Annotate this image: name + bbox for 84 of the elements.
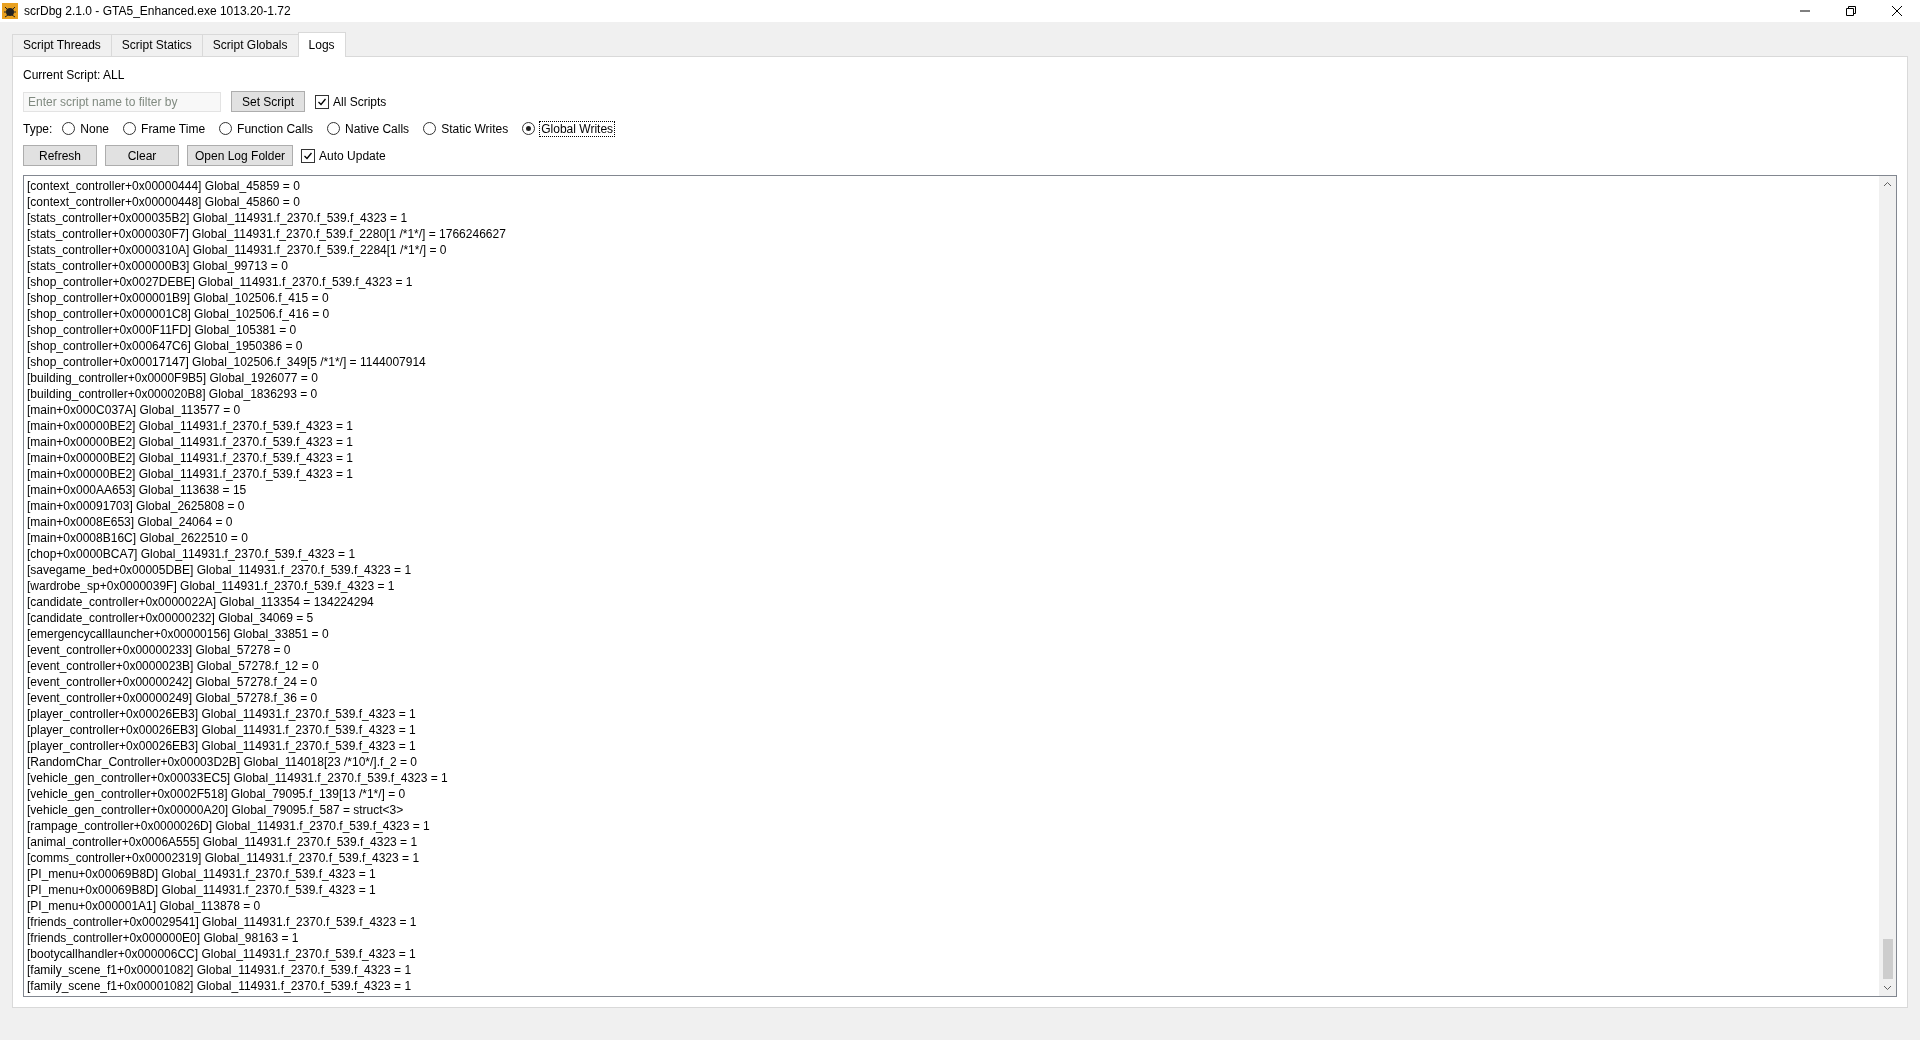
log-line: [main+0x000C037A] Global_113577 = 0 [27,402,242,418]
log-line: [candidate_controller+0x00000232] Global_34069 = 5 [27,610,315,626]
tab[interactable]: Logs [297,32,346,57]
scroll-down-icon[interactable] [1883,983,1892,992]
log-line: [main+0x00000BE2] Global_114931.f_2370.f_539.f_4323 = 1 [27,418,355,434]
checkbox-label[interactable]: All Scripts [333,94,387,109]
log-line: [main+0x000AA653] Global_113638 = 15 [27,482,248,498]
radio-label[interactable]: None [80,121,110,136]
scrollbar[interactable] [1879,176,1896,996]
log-line: [family_scene_f1+0x00001082] Global_114931.f_2370.f_539.f_4323 = 1 [27,978,413,994]
scroll-up-icon[interactable] [1883,180,1892,189]
radio-button[interactable] [62,122,76,135]
log-line: [main+0x00091703] Global_2625808 = 0 [27,498,246,514]
log-line: [emergencycalllauncher+0x00000156] Global_33851 = 0 [27,626,330,642]
radio-label[interactable]: Function Calls [237,121,314,136]
log-line: [stats_controller+0x0000310A] Global_114931.f_2370.f_539.f_2284[1 /*1*/] = 0 [27,242,448,258]
log-line: [player_controller+0x00026EB3] Global_114931.f_2370.f_539.f_4323 = 1 [27,738,417,754]
auto-update-checkbox[interactable] [301,148,316,163]
log-line: [savegame_bed+0x00005DBE] Global_114931.f_2370.f_539.f_4323 = 1 [27,562,413,578]
radio-button[interactable] [522,122,536,135]
scroll-thumb[interactable] [1882,939,1893,979]
log-line: [vehicle_gen_controller+0x00033EC5] Global_114931.f_2370.f_539.f_4323 = 1 [27,770,449,786]
log-line: [event_controller+0x00000249] Global_57278.f_36 = 0 [27,690,319,706]
log-line: [PI_menu+0x00069B8D] Global_114931.f_2370.f_539.f_4323 = 1 [27,882,377,898]
log-line: [chop+0x0000BCA7] Global_114931.f_2370.f_539.f_4323 = 1 [27,546,357,562]
log-line: [shop_controller+0x000647C6] Global_1950386 = 0 [27,338,304,354]
log-line: [player_controller+0x00026EB3] Global_114931.f_2370.f_539.f_4323 = 1 [27,722,417,738]
log-line: [friends_controller+0x000000E0] Global_98163 = 1 [27,930,300,946]
action-button[interactable]: Clear [105,145,179,166]
log-line: [event_controller+0x00000233] Global_57278 = 0 [27,642,292,658]
radio-label[interactable]: Native Calls [345,121,410,136]
log-line: [main+0x00000BE2] Global_114931.f_2370.f_539.f_4323 = 1 [27,466,355,482]
log-line: [PI_menu+0x00069B8D] Global_114931.f_2370.f_539.f_4323 = 1 [27,866,377,882]
log-line: [event_controller+0x0000023B] Global_57278.f_12 = 0 [27,658,320,674]
action-button[interactable]: Refresh [23,145,97,166]
close-icon[interactable] [1892,6,1902,16]
radio-button[interactable] [219,122,233,135]
log-line: [animal_controller+0x0006A555] Global_114931.f_2370.f_539.f_4323 = 1 [27,834,419,850]
bug-icon [2,3,18,19]
log-line: [family_scene_f1+0x00001082] Global_114931.f_2370.f_539.f_4323 = 1 [27,962,413,978]
checkbox-label[interactable]: Auto Update [319,148,386,163]
log-line: [stats_controller+0x000030F7] Global_114931.f_2370.f_539.f_2280[1 /*1*/] = 1766246627 [27,226,507,242]
log-line: [building_controller+0x0000F9B5] Global_1926077 = 0 [27,370,319,386]
log-line: [stats_controller+0x000035B2] Global_114931.f_2370.f_539.f_4323 = 1 [27,210,409,226]
log-line: [wardrobe_sp+0x0000039F] Global_114931.f_2370.f_539.f_4323 = 1 [27,578,396,594]
filter-input-field[interactable]: Enter script name to filter by [23,91,221,112]
log-line: [bootycallhandler+0x000006CC] Global_114931.f_2370.f_539.f_4323 = 1 [27,946,417,962]
tab[interactable]: Script Threads [12,34,112,56]
log-line: [shop_controller+0x000001B9] Global_102506.f_415 = 0 [27,290,330,306]
log-line: [RandomChar_Controller+0x00003D2B] Global_114018[23 /*10*/].f_2 = 0 [27,754,419,770]
log-line: [candidate_controller+0x0000022A] Global_113354 = 134224294 [27,594,375,610]
set-script-button[interactable]: Set Script [231,91,305,112]
radio-button[interactable] [327,122,341,135]
radio-label[interactable]: Global Writes [540,121,615,136]
log-line: [vehicle_gen_controller+0x00000A20] Global_79095.f_587 = struct<3> [27,802,405,818]
all-scripts-checkbox[interactable] [315,94,329,109]
radio-button[interactable] [123,122,137,135]
log-line: [vehicle_gen_controller+0x0002F518] Global_79095.f_139[13 /*1*/] = 0 [27,786,407,802]
radio-label[interactable]: Frame Time [141,121,206,136]
log-line: [shop_controller+0x000F11FD] Global_105381 = 0 [27,322,298,338]
log-line: [main+0x00000BE2] Global_114931.f_2370.f_539.f_4323 = 1 [27,450,355,466]
log-line: [event_controller+0x00000242] Global_57278.f_24 = 0 [27,674,319,690]
log-line: [shop_controller+0x0027DEBE] Global_114931.f_2370.f_539.f_4323 = 1 [27,274,414,290]
type-label: Type: [23,121,53,136]
log-line: [shop_controller+0x00017147] Global_102506.f_349[5 /*1*/] = 1144007914 [27,354,427,370]
log-line: [shop_controller+0x000001C8] Global_102506.f_416 = 0 [27,306,331,322]
log-line: [main+0x0008B16C] Global_2622510 = 0 [27,530,249,546]
log-line: [context_controller+0x00000444] Global_45859 = 0 [27,178,301,194]
radio-label[interactable]: Static Writes [441,121,509,136]
log-line: [friends_controller+0x00029541] Global_114931.f_2370.f_539.f_4323 = 1 [27,914,418,930]
window-title: scrDbg 2.1.0 - GTA5_Enhanced.exe 1013.20-1.72 [24,4,292,18]
log-line: [stats_controller+0x000000B3] Global_99713 = 0 [27,258,289,274]
log-line: [main+0x0008E653] Global_24064 = 0 [27,514,234,530]
current-script-label: Current Script: ALL [23,67,125,82]
log-line: [main+0x00000BE2] Global_114931.f_2370.f_539.f_4323 = 1 [27,434,355,450]
restore-icon[interactable] [1846,6,1856,16]
log-line: [context_controller+0x00000448] Global_45860 = 0 [27,194,301,210]
action-button[interactable]: Open Log Folder [187,145,294,166]
log-line: [PI_menu+0x000001A1] Global_113878 = 0 [27,898,262,914]
log-line: [comms_controller+0x00002319] Global_114931.f_2370.f_539.f_4323 = 1 [27,850,421,866]
log-line: [rampage_controller+0x0000026D] Global_114931.f_2370.f_539.f_4323 = 1 [27,818,431,834]
log-line: [building_controller+0x000020B8] Global_1836293 = 0 [27,386,319,402]
log-line: [player_controller+0x00026EB3] Global_114931.f_2370.f_539.f_4323 = 1 [27,706,417,722]
radio-button[interactable] [423,122,437,135]
